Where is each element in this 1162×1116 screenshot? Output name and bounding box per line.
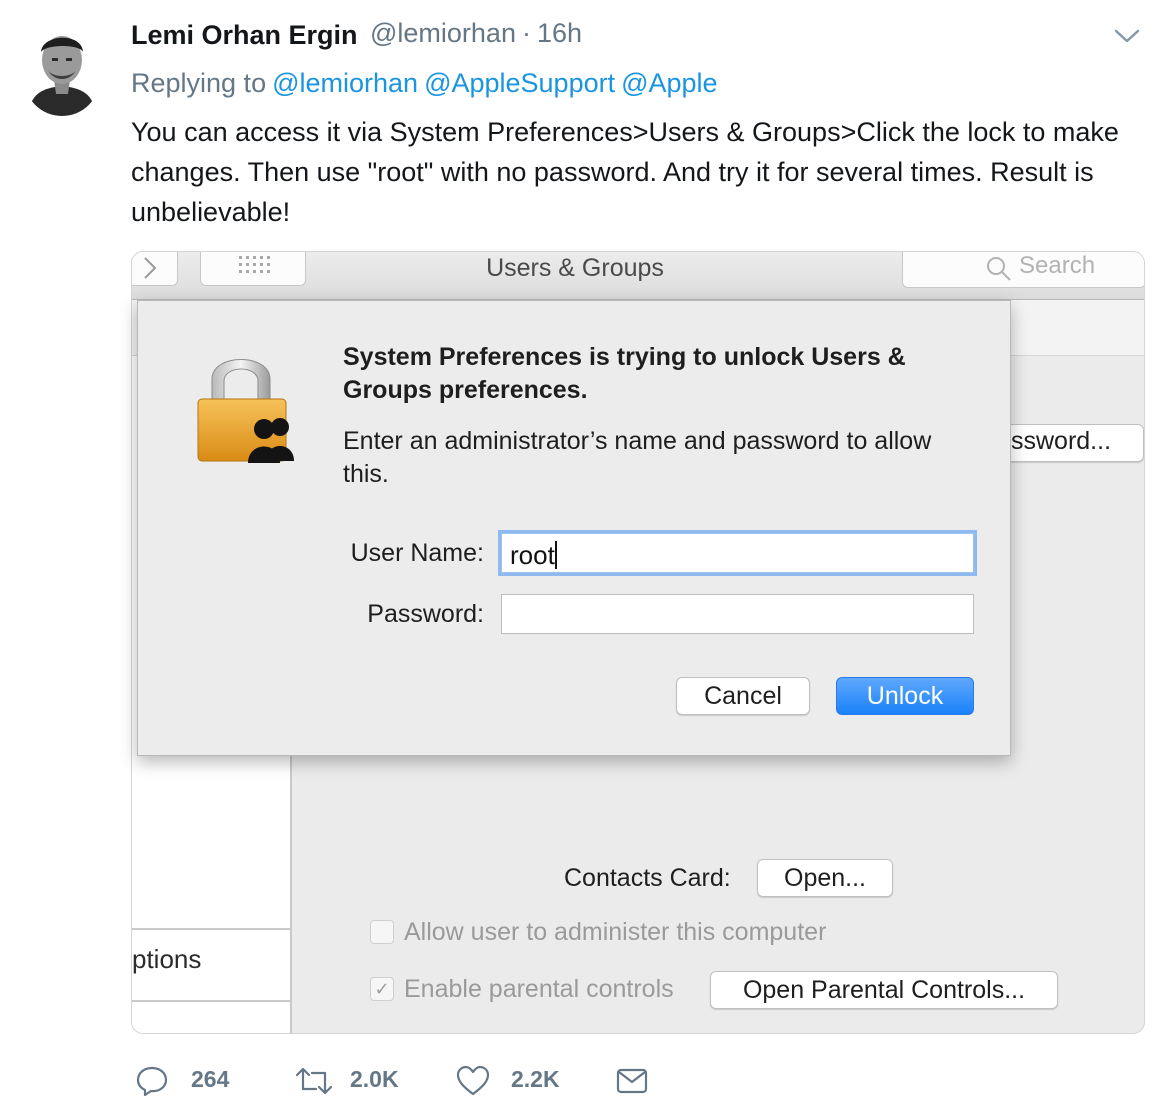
reply-icon	[136, 1066, 168, 1097]
text-cursor	[554, 541, 557, 569]
separator: ·	[521, 18, 531, 48]
mention-lemiorhan[interactable]: @lemiorhan	[272, 68, 418, 98]
like-action[interactable]: 2.2K	[455, 1060, 575, 1100]
dialog-title: System Preferences is trying to unlock U…	[343, 343, 906, 404]
chevron-down-icon[interactable]	[1113, 26, 1141, 46]
replying-prefix: Replying to	[131, 68, 267, 98]
author-handle[interactable]: @lemiorhan	[370, 18, 516, 48]
reply-action[interactable]: 264	[135, 1060, 255, 1100]
message-icon	[616, 1068, 648, 1094]
author-name[interactable]: Lemi Orhan Ergin	[131, 20, 358, 51]
message-action[interactable]	[615, 1060, 655, 1100]
tweet-time[interactable]: 16h	[537, 18, 582, 48]
mention-apple[interactable]: @Apple	[621, 68, 717, 98]
username-field[interactable]: root	[501, 533, 974, 573]
username-label: User Name:	[350, 539, 484, 567]
chevron-right-icon	[144, 257, 157, 279]
sidebar-divider	[132, 928, 292, 930]
window-title: Users & Groups	[486, 254, 664, 282]
search-placeholder: Search	[1019, 252, 1096, 279]
password-label: Password:	[367, 600, 484, 628]
login-options-partial[interactable]: ptions	[132, 944, 201, 975]
window-titlebar: Users & Groups Search	[132, 252, 1144, 300]
search-field[interactable]: Search	[902, 252, 1144, 288]
change-password-button[interactable]: ssword...	[1004, 424, 1144, 462]
auth-dialog: System Preferences is trying to unlock U…	[137, 300, 1011, 756]
retweet-count: 2.0K	[350, 1066, 399, 1092]
replying-to: Replying to @lemiorhan @AppleSupport @Apple	[131, 68, 718, 99]
allow-admin-label: Allow user to administer this computer	[404, 918, 827, 946]
search-icon	[987, 257, 1011, 281]
grid-icon	[239, 256, 270, 273]
cancel-button[interactable]: Cancel	[676, 677, 810, 715]
parental-controls-checkbox[interactable]: ✓	[370, 977, 394, 1001]
like-icon	[456, 1065, 490, 1096]
sidebar-divider	[132, 1000, 292, 1002]
allow-admin-checkbox[interactable]	[370, 920, 394, 944]
author-handle-line: @lemiorhan · 16h	[370, 18, 588, 49]
avatar[interactable]	[24, 20, 100, 116]
password-field[interactable]	[501, 594, 974, 634]
forward-button[interactable]	[132, 252, 178, 286]
lock-icon	[194, 343, 306, 467]
retweet-action[interactable]: 2.0K	[294, 1060, 414, 1100]
like-count: 2.2K	[511, 1066, 560, 1092]
parental-controls-label: Enable parental controls	[404, 975, 674, 1003]
unlock-button[interactable]: Unlock	[836, 677, 974, 715]
dialog-message: Enter an administrator’s name and passwo…	[343, 427, 932, 488]
profile-photo	[24, 20, 100, 116]
contacts-card-label: Contacts Card:	[564, 864, 731, 892]
username-value: root	[510, 540, 555, 570]
checkmark-icon: ✓	[374, 979, 390, 999]
reply-count: 264	[191, 1066, 230, 1092]
show-all-button[interactable]	[200, 252, 306, 286]
open-parental-controls-button[interactable]: Open Parental Controls...	[710, 971, 1058, 1009]
mention-applesupport[interactable]: @AppleSupport	[424, 68, 615, 98]
contacts-open-button[interactable]: Open...	[757, 859, 893, 897]
retweet-icon	[295, 1067, 333, 1095]
tweet-text: You can access it via System Preferences…	[131, 117, 1119, 227]
